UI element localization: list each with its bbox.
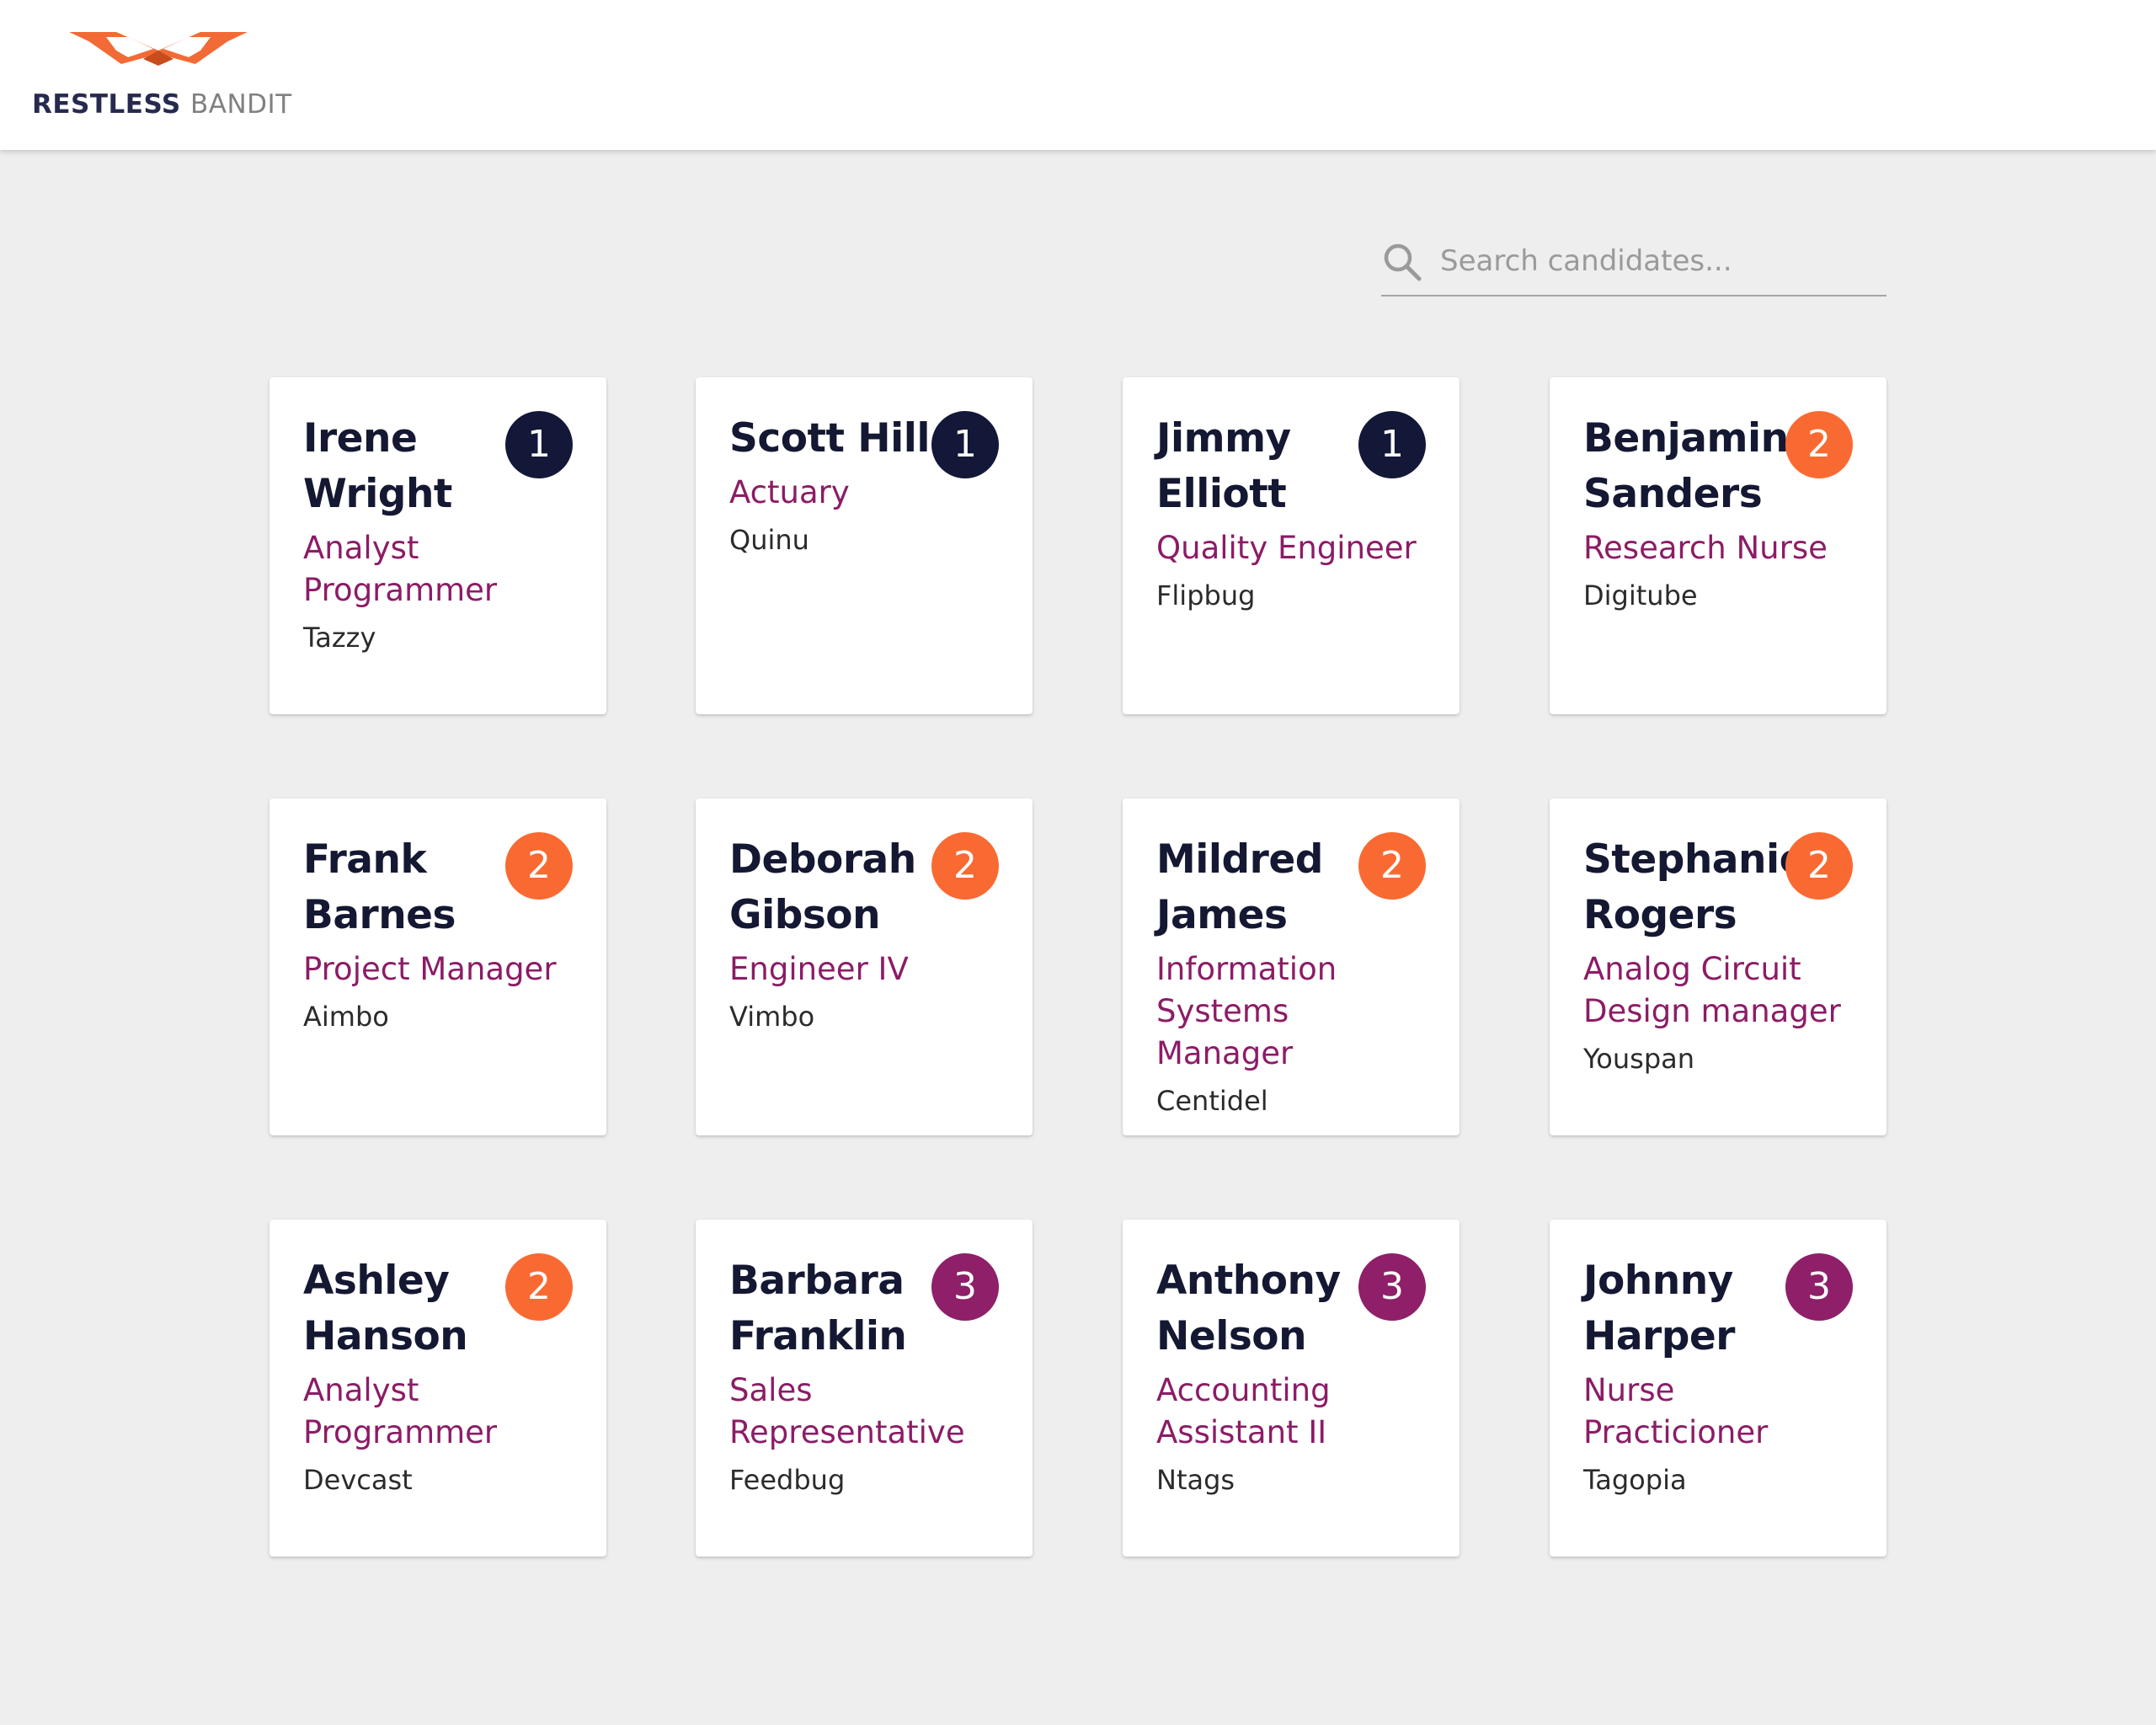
rank-badge: 2 [1785, 832, 1853, 900]
bandit-mask-icon [69, 32, 248, 66]
candidate-title: Analyst Programmer [303, 530, 498, 608]
candidate-card[interactable]: Irene Wright Analyst Programmer Tazzy 1 [270, 377, 606, 714]
candidate-name: Mildred James [1156, 836, 1323, 938]
brand-name-bandit: BANDIT [190, 89, 292, 120]
rank-badge: 1 [1358, 411, 1426, 478]
candidate-card[interactable]: Benjamin Sanders Research Nurse Digitube… [1550, 377, 1886, 714]
candidate-title: Analyst Programmer [303, 1372, 498, 1450]
rank-badge: 2 [1358, 832, 1426, 900]
candidate-company: Digitube [1583, 579, 1698, 611]
candidate-company: Aimbo [303, 1001, 389, 1033]
candidate-name: Scott Hill [729, 415, 930, 462]
candidate-company: Centidel [1156, 1085, 1268, 1117]
rank-badge: 3 [931, 1253, 999, 1321]
candidate-title: Information Systems Manager [1156, 951, 1337, 1071]
candidate-name: Jimmy Elliott [1156, 415, 1291, 517]
candidate-card[interactable]: Jimmy Elliott Quality Engineer Flipbug 1 [1123, 377, 1460, 714]
candidate-title: Project Manager [303, 951, 557, 987]
rank-badge: 1 [931, 411, 999, 478]
candidate-company: Vimbo [729, 1001, 815, 1033]
brand-name-restless: RESTLESS [32, 89, 181, 120]
rank-badge: 2 [931, 832, 999, 900]
candidate-name: Benjamin Sanders [1583, 415, 1789, 517]
rank-badge: 2 [505, 1253, 573, 1321]
brand-logo[interactable]: RESTLESS BANDIT [32, 29, 291, 130]
candidate-title: Research Nurse [1583, 530, 1828, 566]
search-input[interactable] [1438, 239, 1880, 283]
top-app-bar: RESTLESS BANDIT [0, 0, 2156, 150]
candidate-card[interactable]: Deborah Gibson Engineer IV Vimbo 2 [696, 798, 1033, 1135]
candidate-company: Feedbug [729, 1464, 846, 1496]
candidate-title: Sales Representative [729, 1372, 965, 1450]
search-icon[interactable] [1381, 241, 1423, 283]
candidate-company: Tazzy [303, 622, 376, 654]
candidate-company: Youspan [1583, 1043, 1695, 1075]
candidate-company: Tagopia [1583, 1464, 1687, 1496]
candidate-title: Nurse Practicioner [1583, 1372, 1769, 1450]
candidate-card[interactable]: Scott Hill Actuary Quinu 1 [696, 377, 1033, 714]
candidate-title: Analog Circuit Design manager [1583, 951, 1841, 1029]
candidate-title: Accounting Assistant II [1156, 1372, 1331, 1450]
candidate-search [1381, 234, 1886, 296]
rank-badge: 3 [1358, 1253, 1426, 1321]
candidate-card[interactable]: Stephanie Rogers Analog Circuit Design m… [1550, 798, 1886, 1135]
rank-badge: 3 [1785, 1253, 1853, 1321]
rank-badge: 2 [505, 832, 573, 900]
candidate-name: Barbara Franklin [729, 1258, 907, 1359]
candidate-name: Stephanie Rogers [1583, 836, 1806, 938]
candidate-name: Irene Wright [303, 415, 452, 517]
candidate-card[interactable]: Barbara Franklin Sales Representative Fe… [696, 1220, 1033, 1557]
rank-badge: 2 [1785, 411, 1853, 478]
candidate-grid: Irene Wright Analyst Programmer Tazzy 1 … [270, 377, 1886, 1557]
candidate-company: Quinu [729, 524, 809, 556]
rank-badge: 1 [505, 411, 573, 478]
candidate-name: Deborah Gibson [729, 836, 916, 938]
candidate-company: Flipbug [1156, 579, 1256, 611]
candidate-name: Anthony Nelson [1156, 1258, 1341, 1359]
candidate-name: Frank Barnes [303, 836, 456, 938]
candidate-title: Engineer IV [729, 951, 909, 987]
candidate-company: Devcast [303, 1464, 413, 1496]
candidate-card[interactable]: Anthony Nelson Accounting Assistant II N… [1123, 1220, 1460, 1557]
candidate-card[interactable]: Frank Barnes Project Manager Aimbo 2 [270, 798, 606, 1135]
candidate-company: Ntags [1156, 1464, 1235, 1496]
candidate-card[interactable]: Johnny Harper Nurse Practicioner Tagopia… [1550, 1220, 1886, 1557]
candidate-name: Johnny Harper [1583, 1258, 1735, 1359]
candidate-title: Quality Engineer [1156, 530, 1417, 566]
brand-wordmark: RESTLESS BANDIT [32, 89, 292, 120]
candidate-card[interactable]: Ashley Hanson Analyst Programmer Devcast… [270, 1220, 606, 1557]
candidate-card[interactable]: Mildred James Information Systems Manage… [1123, 798, 1460, 1135]
candidate-name: Ashley Hanson [303, 1258, 468, 1359]
